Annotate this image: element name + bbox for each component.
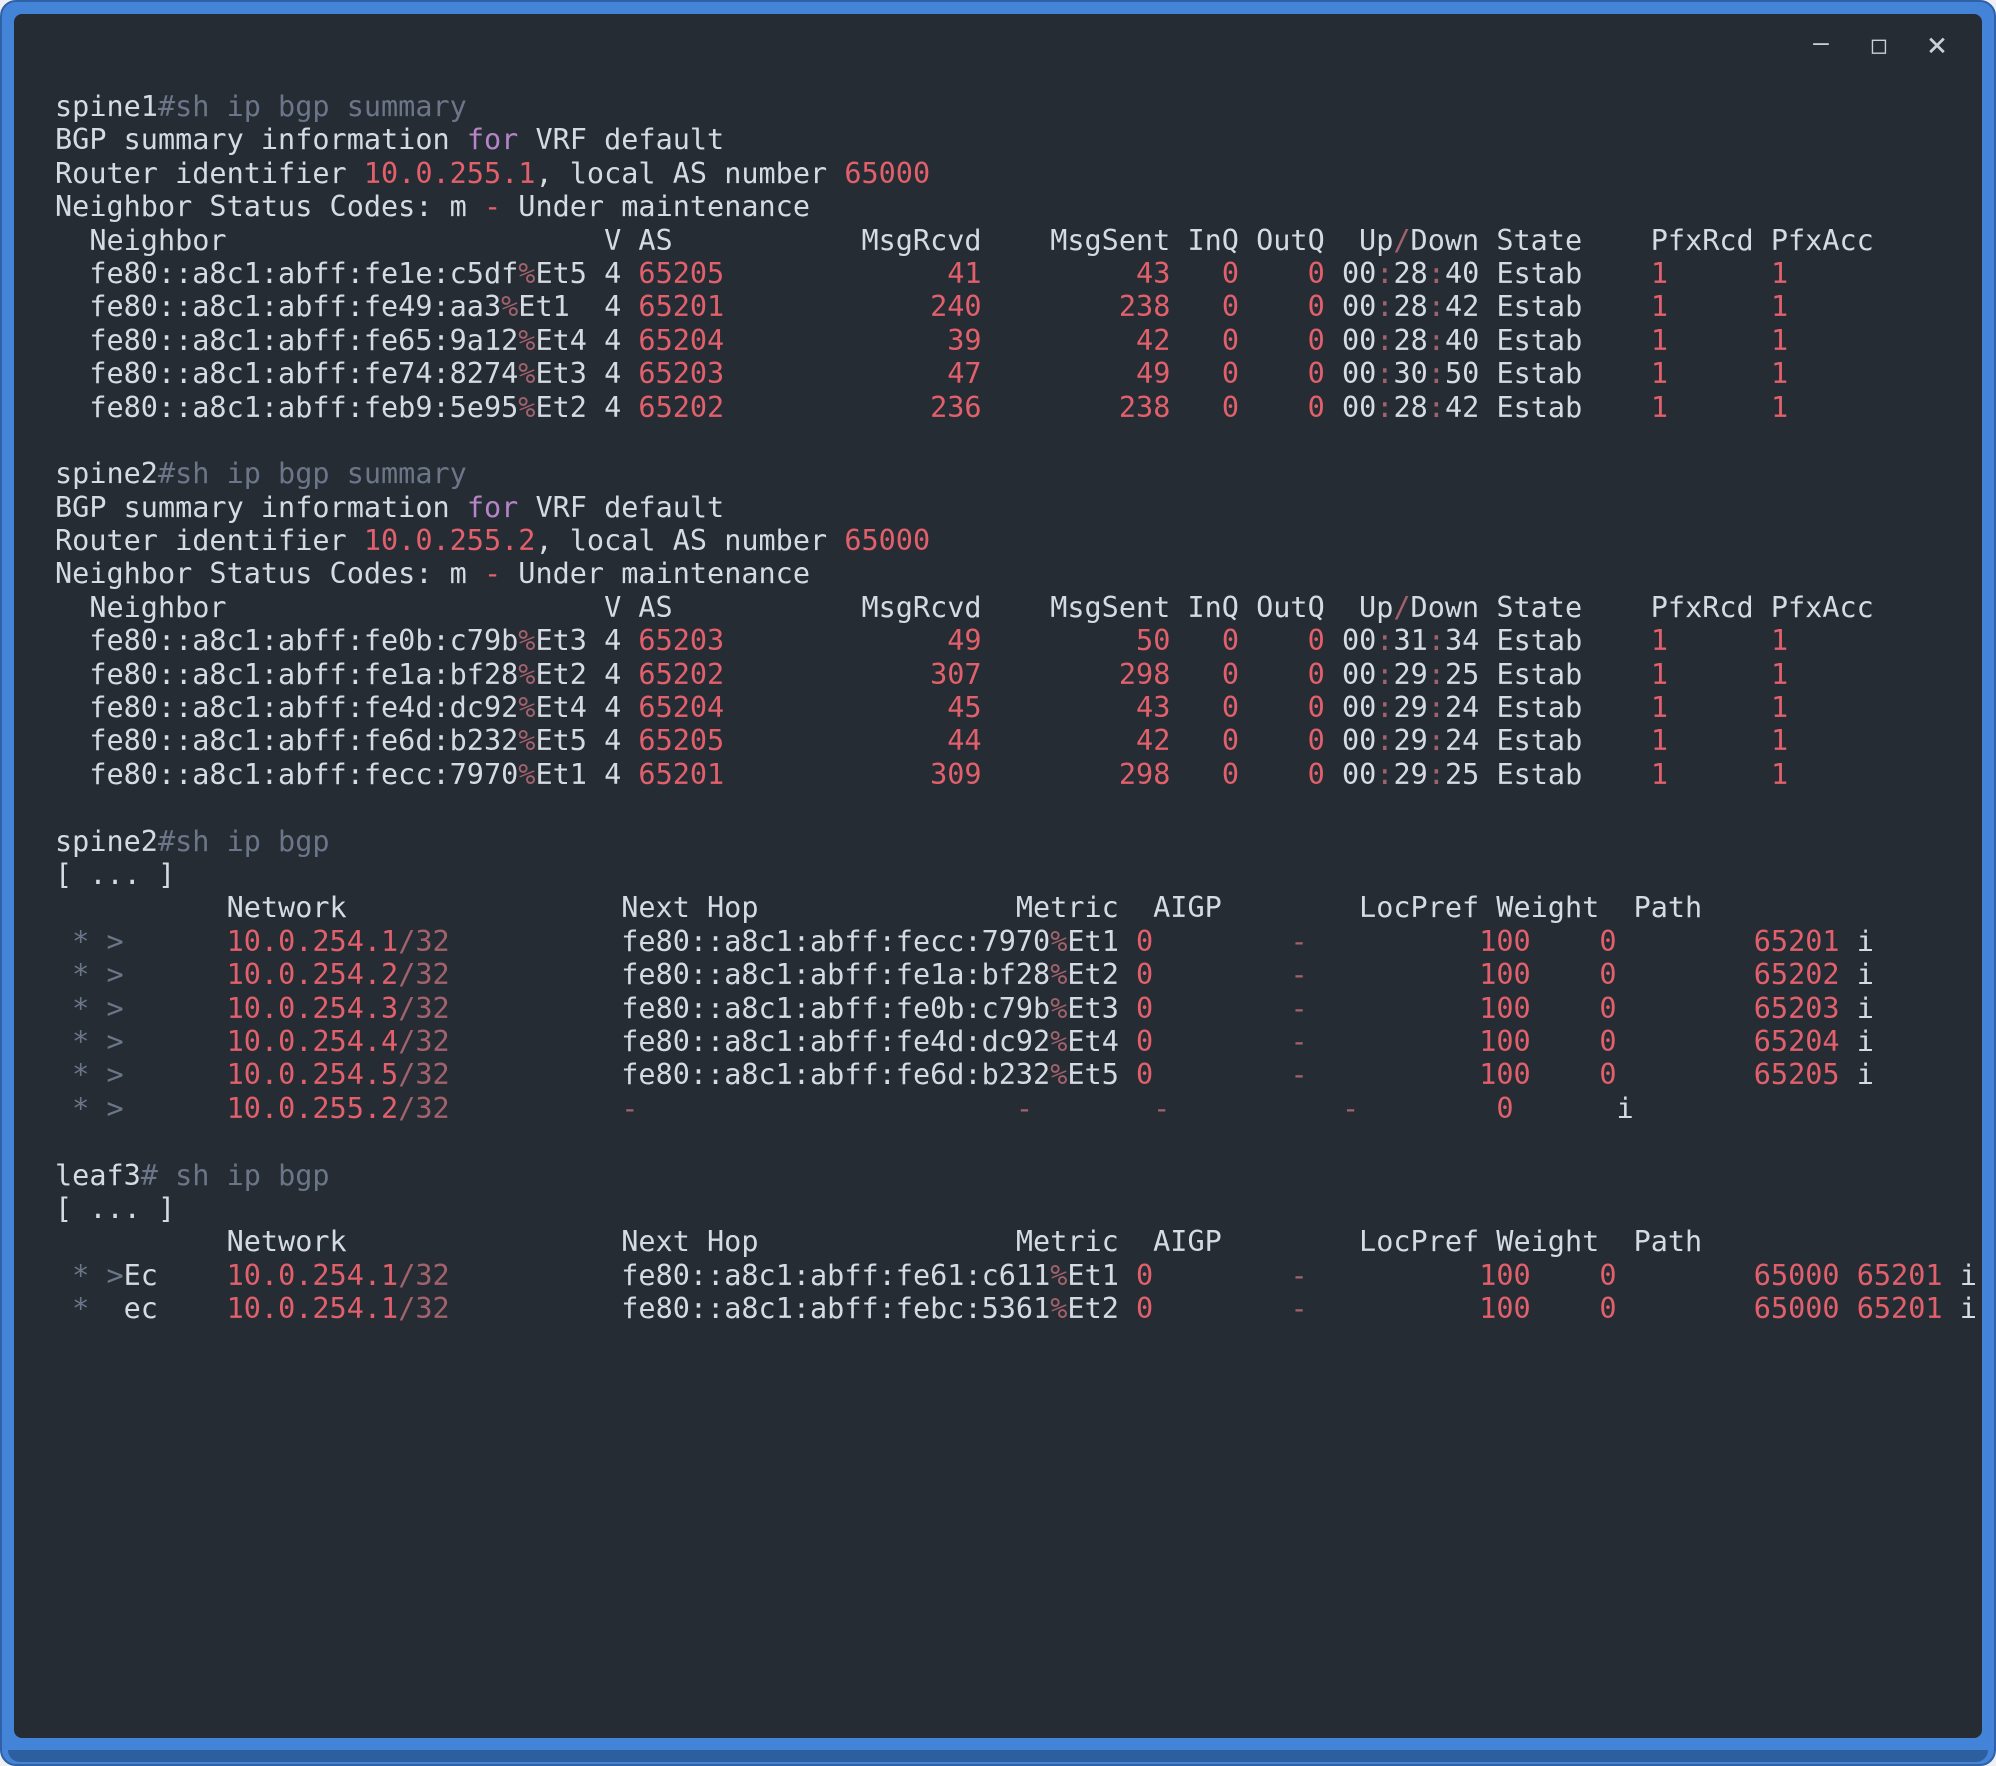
terminal-line: Network Next Hop Metric AIGP LocPref Wei… (55, 1225, 1972, 1258)
terminal-line: spine1#sh ip bgp summary (55, 90, 1972, 123)
terminal[interactable]: spine1#sh ip bgp summaryBGP summary info… (14, 76, 1982, 1738)
terminal-line: fe80::a8c1:abff:fe1a:bf28%Et2 4 65202 30… (55, 658, 1972, 691)
terminal-line: fe80::a8c1:abff:fe65:9a12%Et4 4 65204 39… (55, 324, 1972, 357)
terminal-line (55, 1125, 1972, 1158)
terminal-line: fe80::a8c1:abff:fe49:aa3%Et1 4 65201 240… (55, 290, 1972, 323)
terminal-line: Router identifier 10.0.255.2, local AS n… (55, 524, 1972, 557)
minimize-icon: — (1813, 30, 1829, 56)
terminal-line: * > 10.0.254.2/32 fe80::a8c1:abff:fe1a:b… (55, 958, 1972, 991)
terminal-line (55, 791, 1972, 824)
close-icon: × (1927, 28, 1947, 62)
terminal-line: * > 10.0.254.5/32 fe80::a8c1:abff:fe6d:b… (55, 1058, 1972, 1091)
terminal-line: * ec 10.0.254.1/32 fe80::a8c1:abff:febc:… (55, 1292, 1972, 1325)
terminal-line: fe80::a8c1:abff:fe6d:b232%Et5 4 65205 44… (55, 724, 1972, 757)
terminal-line: fe80::a8c1:abff:fecc:7970%Et1 4 65201 30… (55, 758, 1972, 791)
maximize-icon: □ (1872, 33, 1886, 57)
titlebar[interactable]: — □ × (14, 14, 1982, 76)
terminal-line: BGP summary information for VRF default (55, 123, 1972, 156)
close-button[interactable]: × (1922, 28, 1952, 62)
terminal-line: Network Next Hop Metric AIGP LocPref Wei… (55, 891, 1972, 924)
terminal-line: BGP summary information for VRF default (55, 491, 1972, 524)
maximize-button[interactable]: □ (1864, 33, 1894, 57)
terminal-line: * > 10.0.254.3/32 fe80::a8c1:abff:fe0b:c… (55, 992, 1972, 1025)
terminal-line (55, 424, 1972, 457)
terminal-line: [ ... ] (55, 858, 1972, 891)
terminal-line: leaf3# sh ip bgp (55, 1159, 1972, 1192)
terminal-line: fe80::a8c1:abff:fe74:8274%Et3 4 65203 47… (55, 357, 1972, 390)
terminal-line: Neighbor Status Codes: m - Under mainten… (55, 557, 1972, 590)
terminal-line: Neighbor V AS MsgRcvd MsgSent InQ OutQ U… (55, 591, 1972, 624)
terminal-line: fe80::a8c1:abff:feb9:5e95%Et2 4 65202 23… (55, 391, 1972, 424)
terminal-line: Neighbor V AS MsgRcvd MsgSent InQ OutQ U… (55, 224, 1972, 257)
terminal-line: fe80::a8c1:abff:fe0b:c79b%Et3 4 65203 49… (55, 624, 1972, 657)
terminal-line: * >Ec 10.0.254.1/32 fe80::a8c1:abff:fe61… (55, 1259, 1972, 1292)
terminal-line: Router identifier 10.0.255.1, local AS n… (55, 157, 1972, 190)
terminal-line: fe80::a8c1:abff:fe4d:dc92%Et4 4 65204 45… (55, 691, 1972, 724)
terminal-line: fe80::a8c1:abff:fe1e:c5df%Et5 4 65205 41… (55, 257, 1972, 290)
terminal-line: Neighbor Status Codes: m - Under mainten… (55, 190, 1972, 223)
window-frame: — □ × spine1#sh ip bgp summaryBGP summar… (0, 0, 1996, 1766)
terminal-line: * > 10.0.254.1/32 fe80::a8c1:abff:fecc:7… (55, 925, 1972, 958)
terminal-line: [ ... ] (55, 1192, 1972, 1225)
terminal-line: * > 10.0.254.4/32 fe80::a8c1:abff:fe4d:d… (55, 1025, 1972, 1058)
minimize-button[interactable]: — (1806, 32, 1836, 58)
terminal-window: — □ × spine1#sh ip bgp summaryBGP summar… (14, 14, 1982, 1738)
terminal-line: spine2#sh ip bgp summary (55, 457, 1972, 490)
terminal-line: * > 10.0.255.2/32 - - - - 0 i (55, 1092, 1972, 1125)
terminal-line: spine2#sh ip bgp (55, 825, 1972, 858)
